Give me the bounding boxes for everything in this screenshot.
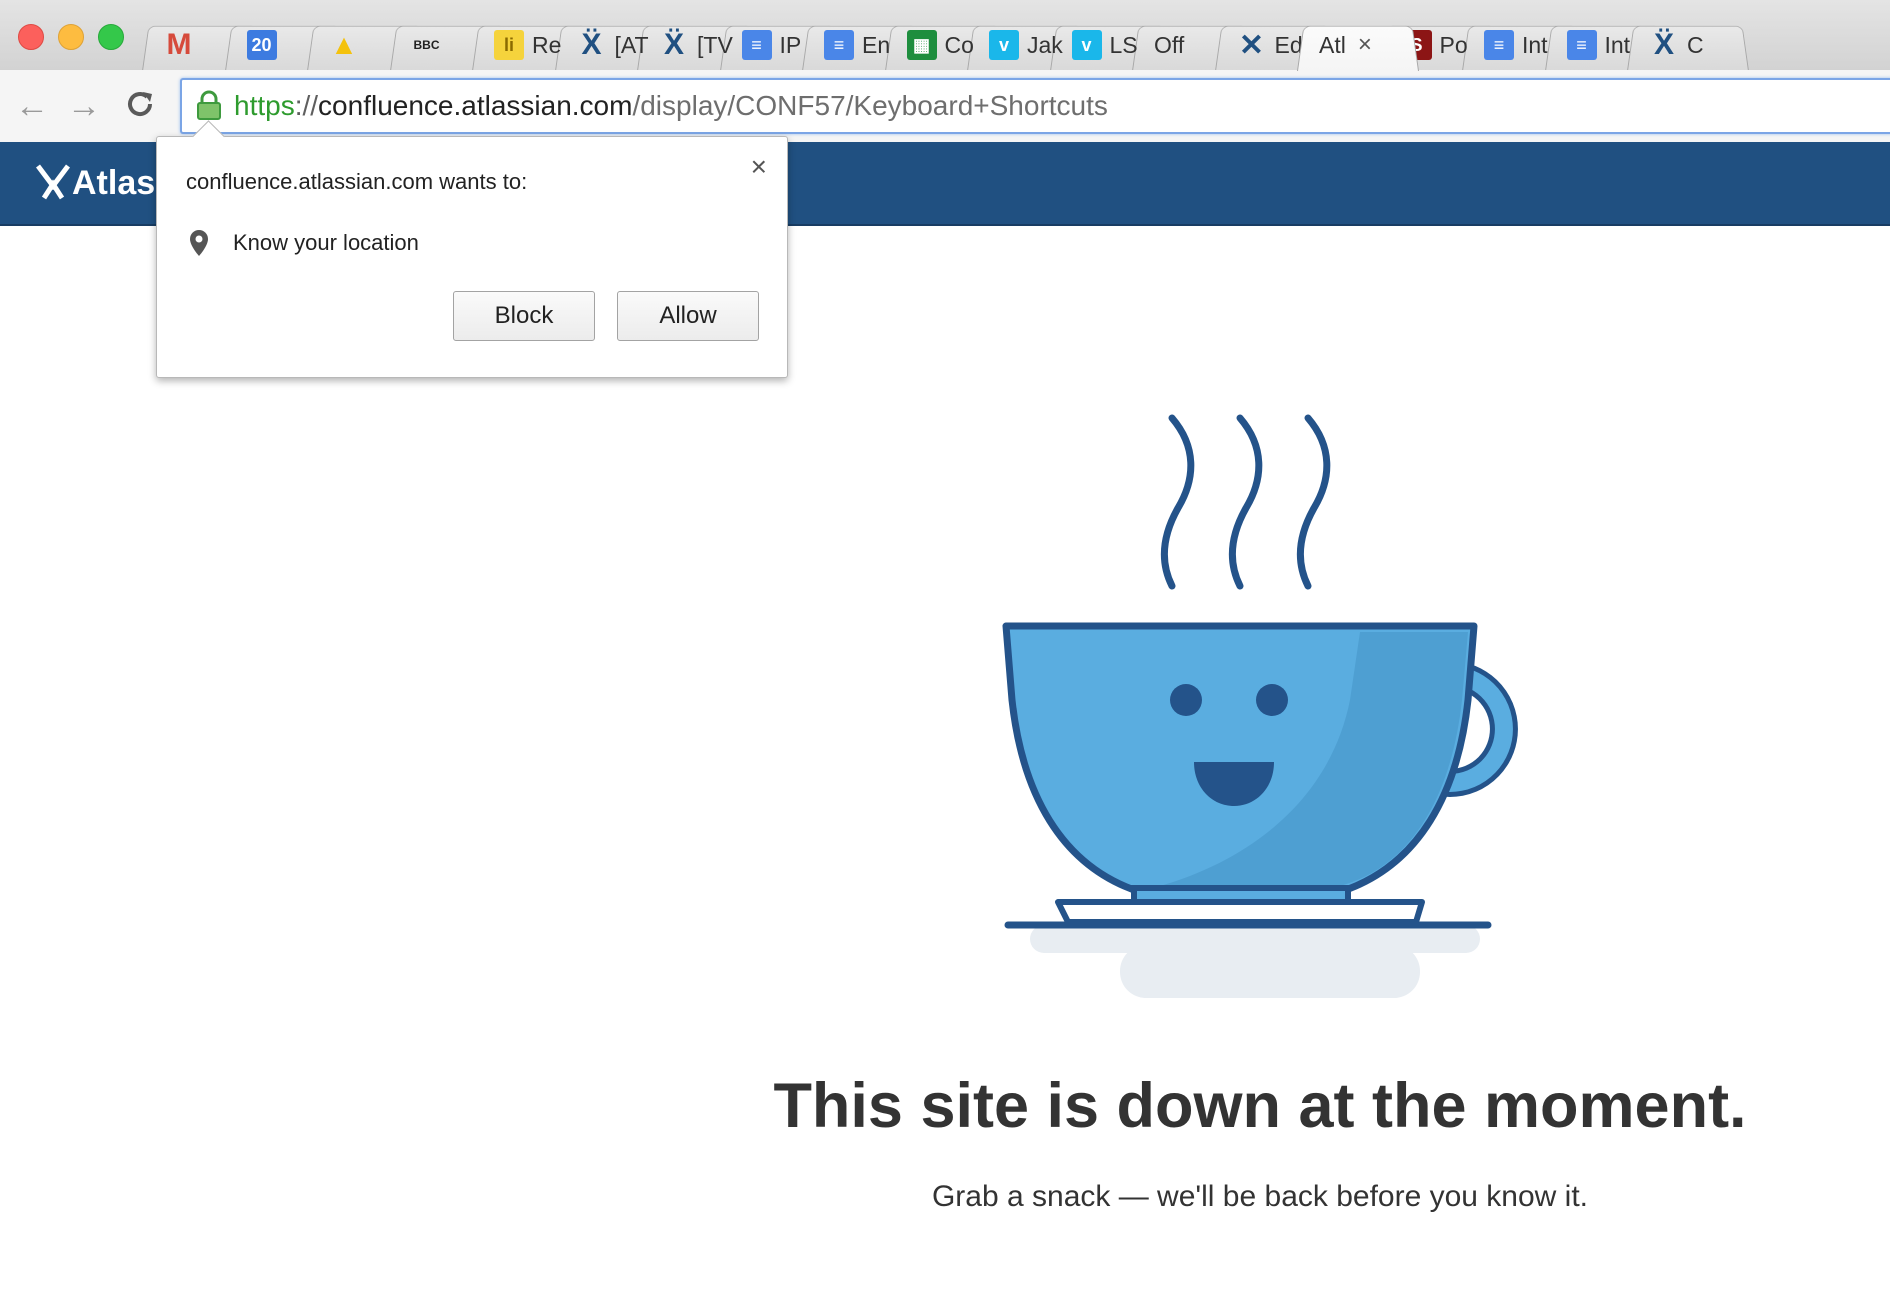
coffee-cup-illustration <box>1002 414 1518 998</box>
page-subline: Grab a snack — we'll be back before you … <box>931 1180 1589 1213</box>
calendar-icon: 20 <box>246 30 277 60</box>
tab-label: Po <box>1439 31 1468 58</box>
permission-request-label: Know your location <box>233 230 419 255</box>
url-host: confluence.atlassian.com <box>318 90 633 121</box>
location-permission-bubble: confluence.atlassian.com wants to: × Kno… <box>156 120 788 378</box>
url-separator: :// <box>294 90 319 121</box>
close-icon[interactable]: × <box>751 151 767 183</box>
cup-shadow <box>1120 945 1420 998</box>
block-button[interactable]: Block <box>453 291 595 341</box>
jira-icon: Ẍ <box>581 28 602 61</box>
tab-content: Atl × <box>1319 20 1439 70</box>
docs-icon: ≡ <box>1484 30 1514 60</box>
bbc-icon: BBC <box>413 38 440 52</box>
location-pin-icon <box>190 230 208 256</box>
jira-icon: Ẍ <box>663 28 684 61</box>
tabs: M 20 ▲ BBC li Re Ẍ [AT Ẍ [TV ≡ IP ≡ En ▦ Co v Jak v LS Off ✕ E… <box>142 20 1890 72</box>
sheets-icon: ▦ <box>906 30 937 60</box>
tab-label: C <box>1687 31 1704 58</box>
browser-toolbar: ← → https://confluence.atlassian.com/dis… <box>0 70 1890 143</box>
tab-label: LS <box>1109 31 1138 58</box>
address-bar[interactable]: https://confluence.atlassian.com/display… <box>180 78 1890 134</box>
tab-label: Atl <box>1319 31 1346 58</box>
readability-icon: li <box>494 30 524 60</box>
url-scheme: https <box>234 90 295 121</box>
drive-icon: ▲ <box>330 29 358 60</box>
docs-icon: ≡ <box>824 30 854 60</box>
tab-close-icon[interactable]: × <box>1358 31 1372 59</box>
minimize-window-button[interactable] <box>58 24 84 50</box>
close-window-button[interactable] <box>18 24 44 50</box>
tab-label: En <box>862 31 891 58</box>
zoom-window-button[interactable] <box>98 24 124 50</box>
tab-label: IP <box>779 31 802 58</box>
atlassian-logo[interactable]: Atlass <box>34 142 174 224</box>
saucer <box>1055 899 1425 925</box>
steam-line <box>1297 414 1331 590</box>
tab-label: Off <box>1154 31 1185 58</box>
docs-icon: ≡ <box>741 30 772 60</box>
page-headline: This site is down at the moment. <box>773 1071 1747 1141</box>
back-arrow-icon[interactable]: ← <box>14 88 50 124</box>
reload-icon[interactable] <box>122 88 158 124</box>
permission-title: confluence.atlassian.com wants to: <box>186 169 528 194</box>
jira-icon: Ẍ <box>1653 28 1674 61</box>
allow-button[interactable]: Allow <box>617 291 759 341</box>
tab-label: Int <box>1604 31 1631 58</box>
tab-content: ẌC <box>1649 20 1745 70</box>
url-path: /display/CONF57/Keyboard+Shortcuts <box>632 90 1108 121</box>
steam-line <box>1229 414 1263 590</box>
gmail-icon: M <box>166 28 192 61</box>
cup-right-eye <box>1256 684 1288 716</box>
vimeo-icon: v <box>989 30 1019 60</box>
tab-label: Int <box>1522 31 1548 58</box>
docs-icon: ≡ <box>1566 30 1597 60</box>
permission-request: Know your location <box>189 229 419 257</box>
tab-label: Jak <box>1027 31 1063 58</box>
tab-label: Co <box>944 31 974 58</box>
tab-label: Re <box>532 31 562 58</box>
cup-left-eye <box>1170 684 1202 716</box>
atlassian-logo-icon <box>36 164 70 200</box>
confluence-icon: ✕ <box>1238 28 1265 62</box>
vimeo-icon: v <box>1071 30 1102 60</box>
forward-arrow-icon[interactable]: → <box>66 88 102 124</box>
tab-label: [TV <box>697 31 733 58</box>
steam-line <box>1161 414 1195 590</box>
tab-strip: M 20 ▲ BBC li Re Ẍ [AT Ẍ [TV ≡ IP ≡ En ▦ Co v Jak v LS Off ✕ E… <box>0 0 1890 72</box>
tab-label: [AT <box>614 31 649 58</box>
url-text: https://confluence.atlassian.com/display… <box>234 80 1108 132</box>
